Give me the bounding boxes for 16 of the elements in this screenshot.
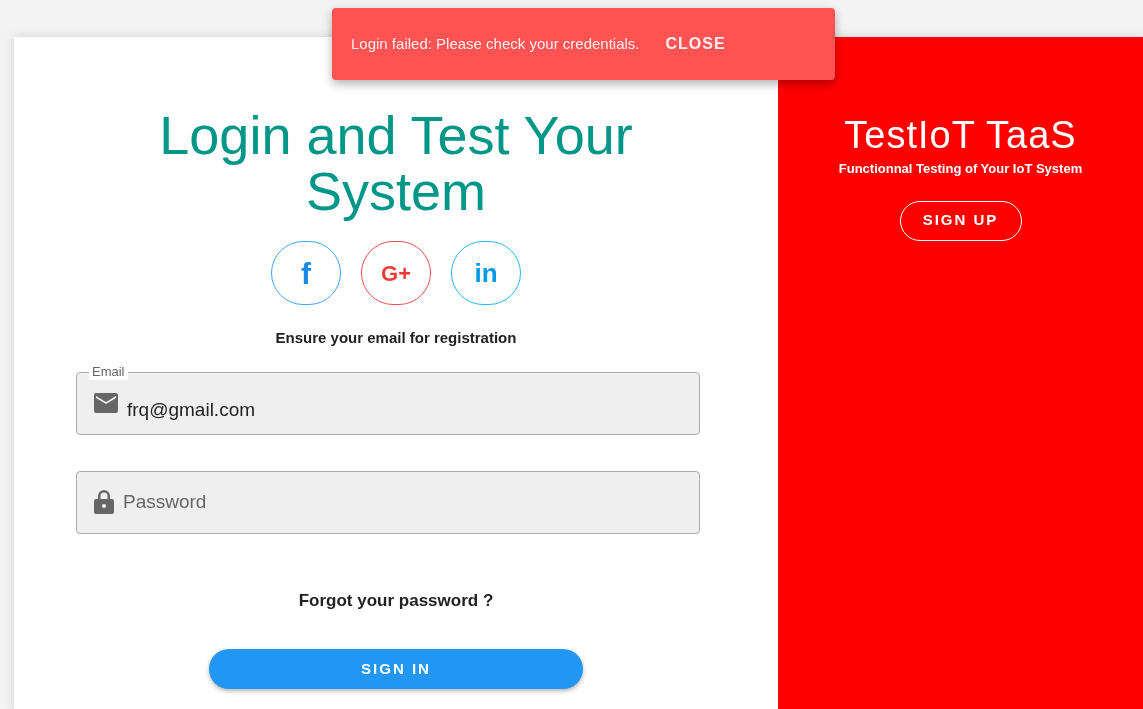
lock-icon	[94, 490, 114, 514]
sign-in-button[interactable]: SIGN IN	[209, 649, 583, 689]
brand-title: TestIoT TaaS	[844, 113, 1077, 157]
close-button[interactable]: CLOSE	[665, 32, 726, 56]
facebook-button[interactable]: f	[271, 241, 341, 305]
snackbar-message: Login failed: Please check your credentials.	[351, 33, 640, 54]
linkedin-button[interactable]: in	[451, 241, 521, 305]
login-title: Login and Test Your System	[158, 107, 634, 219]
email-input[interactable]: frq@gmail.com	[127, 395, 699, 425]
google-plus-button[interactable]: G+	[361, 241, 431, 305]
password-input[interactable]: Password	[123, 487, 699, 517]
password-field[interactable]: Password	[76, 470, 700, 534]
brand-tagline: Functionnal Testing of Your IoT System	[838, 160, 1083, 178]
forgot-password-link[interactable]: Forgot your password ?	[298, 587, 494, 613]
mail-icon	[94, 393, 118, 413]
registration-hint: Ensure your email for registration	[275, 328, 517, 348]
